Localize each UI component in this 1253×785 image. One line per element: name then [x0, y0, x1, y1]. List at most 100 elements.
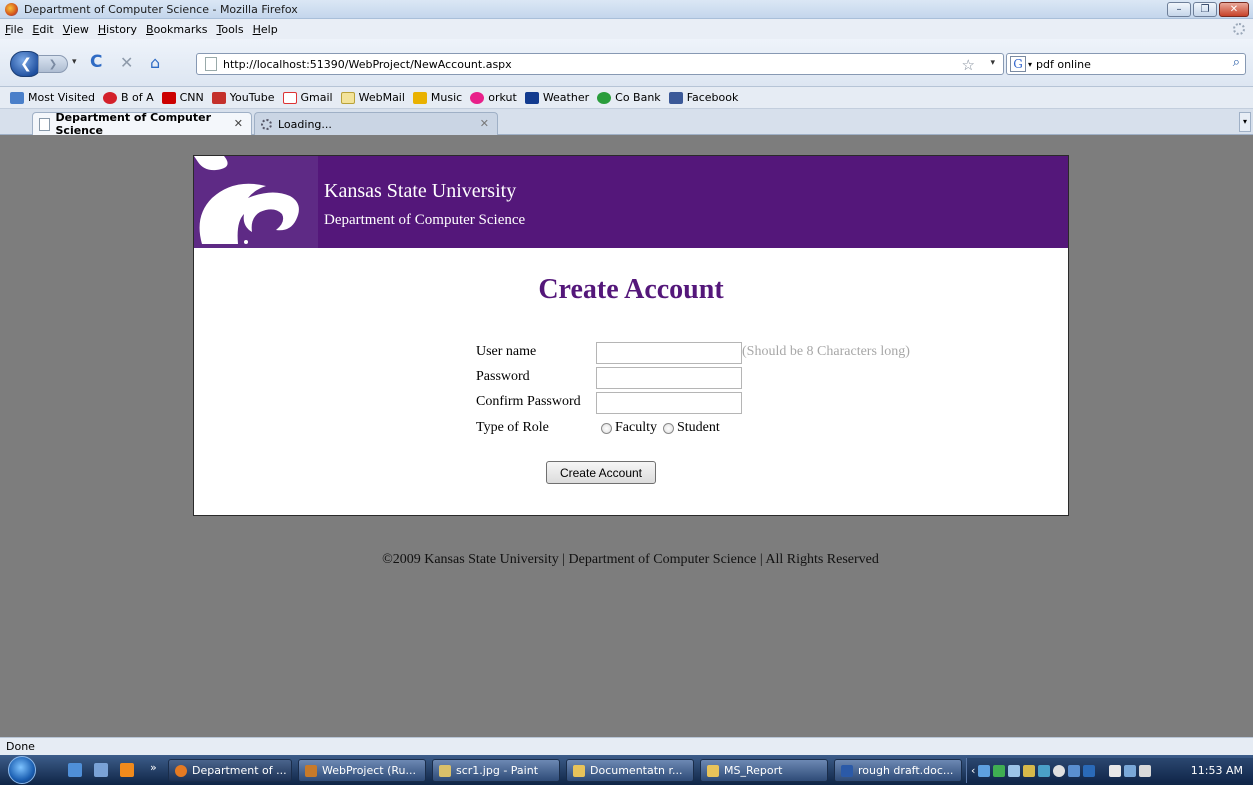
battery-icon[interactable]: [1109, 764, 1122, 777]
confirm-password-row: Confirm Password: [476, 392, 746, 414]
bookmark-webmail[interactable]: WebMail: [340, 91, 405, 104]
bookmark-cnn[interactable]: CNN: [161, 91, 204, 104]
folder-icon: [573, 764, 585, 777]
tray-icon[interactable]: [993, 764, 1006, 777]
search-input[interactable]: pdf online: [1036, 58, 1091, 71]
menu-tools[interactable]: Tools: [216, 23, 243, 36]
menu-file[interactable]: File: [5, 23, 23, 36]
minimize-button[interactable]: –: [1167, 2, 1191, 17]
page-title: Create Account: [538, 274, 724, 305]
menu-edit[interactable]: Edit: [32, 23, 53, 36]
navigation-toolbar: ❮ ❯ ▾ C ✕ ⌂ http://localhost:51390/WebPr…: [0, 39, 1253, 87]
stop-icon[interactable]: ✕: [120, 53, 133, 72]
menu-bookmarks[interactable]: Bookmarks: [146, 23, 207, 36]
tray-icon[interactable]: [1038, 764, 1051, 777]
word-icon: [841, 764, 853, 777]
gmail-icon: [282, 91, 297, 104]
youtube-icon: [211, 91, 226, 104]
copyright-footer: ©2009 Kansas State University | Departme…: [382, 552, 879, 567]
bookmark-music[interactable]: Music: [412, 91, 462, 104]
wildcat-logo: [194, 156, 318, 248]
username-hint: (Should be 8 Characters long): [742, 344, 910, 359]
faculty-label: Faculty: [615, 420, 657, 435]
firefox-icon: [175, 764, 187, 777]
media-player-icon[interactable]: [120, 763, 134, 777]
most-visited-icon: [10, 91, 24, 104]
firefox-icon: [5, 2, 18, 16]
username-input[interactable]: [596, 342, 742, 364]
paint-icon: [439, 764, 451, 777]
system-tray: ‹ 11:53 AM: [966, 758, 1253, 783]
menu-history[interactable]: History: [98, 23, 137, 36]
student-radio[interactable]: [663, 422, 674, 434]
bookmark-youtube[interactable]: YouTube: [211, 91, 275, 104]
bookmark-orkut[interactable]: orkut: [470, 91, 517, 104]
home-icon[interactable]: ⌂: [150, 53, 160, 72]
address-bar[interactable]: http://localhost:51390/WebProject/NewAcc…: [196, 53, 1004, 75]
search-bar[interactable]: G ▾ pdf online ⌕: [1006, 53, 1246, 75]
confirm-password-input[interactable]: [596, 392, 742, 414]
password-input[interactable]: [596, 367, 742, 389]
tab-list-icon[interactable]: ▾: [1239, 112, 1251, 132]
tab-close-icon[interactable]: ✕: [480, 117, 489, 130]
switch-windows-icon[interactable]: [94, 763, 108, 777]
tab-loading[interactable]: Loading... ✕: [254, 112, 498, 135]
tray-icon[interactable]: [1053, 764, 1066, 777]
bookmark-facebook[interactable]: Facebook: [668, 91, 738, 104]
tray-icon[interactable]: [1023, 764, 1036, 777]
history-dropdown-icon[interactable]: ▾: [72, 57, 77, 67]
bookmark-star-icon[interactable]: ☆: [962, 56, 975, 74]
start-button[interactable]: [8, 756, 36, 784]
bookmark-most-visited[interactable]: Most Visited: [10, 91, 95, 104]
role-row: Type of Role Faculty Student: [476, 418, 746, 440]
create-account-button[interactable]: Create Account: [546, 461, 656, 484]
bofa-icon: [102, 91, 117, 104]
close-button[interactable]: ✕: [1219, 2, 1249, 17]
task-firefox[interactable]: Department of ...: [168, 759, 292, 782]
music-icon: [412, 91, 427, 104]
menu-view[interactable]: View: [63, 23, 89, 36]
password-label: Password: [476, 369, 530, 384]
search-icon[interactable]: ⌕: [1233, 55, 1240, 70]
username-row: User name (Should be 8 Characters long): [476, 342, 936, 364]
bookmark-gmail[interactable]: Gmail: [282, 91, 333, 104]
show-desktop-icon[interactable]: [68, 763, 82, 777]
tray-expand-icon[interactable]: ‹: [971, 764, 975, 777]
address-text[interactable]: http://localhost:51390/WebProject/NewAcc…: [223, 58, 512, 71]
tab-bar: Department of Computer Science ✕ Loading…: [0, 109, 1253, 137]
engine-dropdown-icon[interactable]: ▾: [1028, 60, 1032, 69]
maximize-button[interactable]: ❐: [1193, 2, 1217, 17]
role-options: Faculty Student: [601, 420, 720, 436]
volume-icon[interactable]: [1139, 764, 1152, 777]
tray-icon[interactable]: [1083, 764, 1096, 777]
task-webproject[interactable]: WebProject (Ru...: [298, 759, 426, 782]
url-dropdown-icon[interactable]: ▾: [990, 58, 995, 68]
weather-icon: [524, 91, 539, 104]
forward-button[interactable]: ❯: [38, 55, 68, 73]
password-row: Password: [476, 367, 746, 389]
content-card: Kansas State University Department of Co…: [193, 155, 1069, 516]
bookmark-weather[interactable]: Weather: [524, 91, 589, 104]
tray-icon[interactable]: [978, 764, 991, 777]
folder-icon: [707, 764, 719, 777]
google-icon[interactable]: G: [1010, 56, 1026, 72]
taskbar-clock[interactable]: 11:53 AM: [1191, 764, 1243, 777]
envelope-icon: [340, 91, 355, 104]
reload-icon[interactable]: C: [90, 52, 102, 72]
task-ms-report[interactable]: MS_Report: [700, 759, 828, 782]
bookmark-co-bank[interactable]: Co Bank: [597, 91, 661, 104]
network-icon[interactable]: [1124, 764, 1137, 777]
task-paint[interactable]: scr1.jpg - Paint: [432, 759, 560, 782]
task-rough-draft[interactable]: rough draft.doc...: [834, 759, 962, 782]
task-documentation[interactable]: Documentatn r...: [566, 759, 694, 782]
cnn-icon: [161, 91, 176, 104]
tray-icon[interactable]: [1008, 764, 1021, 777]
quick-launch-overflow-icon[interactable]: »: [150, 761, 157, 774]
username-label: User name: [476, 344, 537, 359]
tray-icon[interactable]: [1068, 764, 1081, 777]
tab-close-icon[interactable]: ✕: [234, 117, 243, 130]
tab-department[interactable]: Department of Computer Science ✕: [32, 111, 252, 137]
faculty-radio[interactable]: [601, 422, 612, 434]
menu-help[interactable]: Help: [253, 23, 278, 36]
bookmark-bofa[interactable]: B of A: [102, 91, 154, 104]
